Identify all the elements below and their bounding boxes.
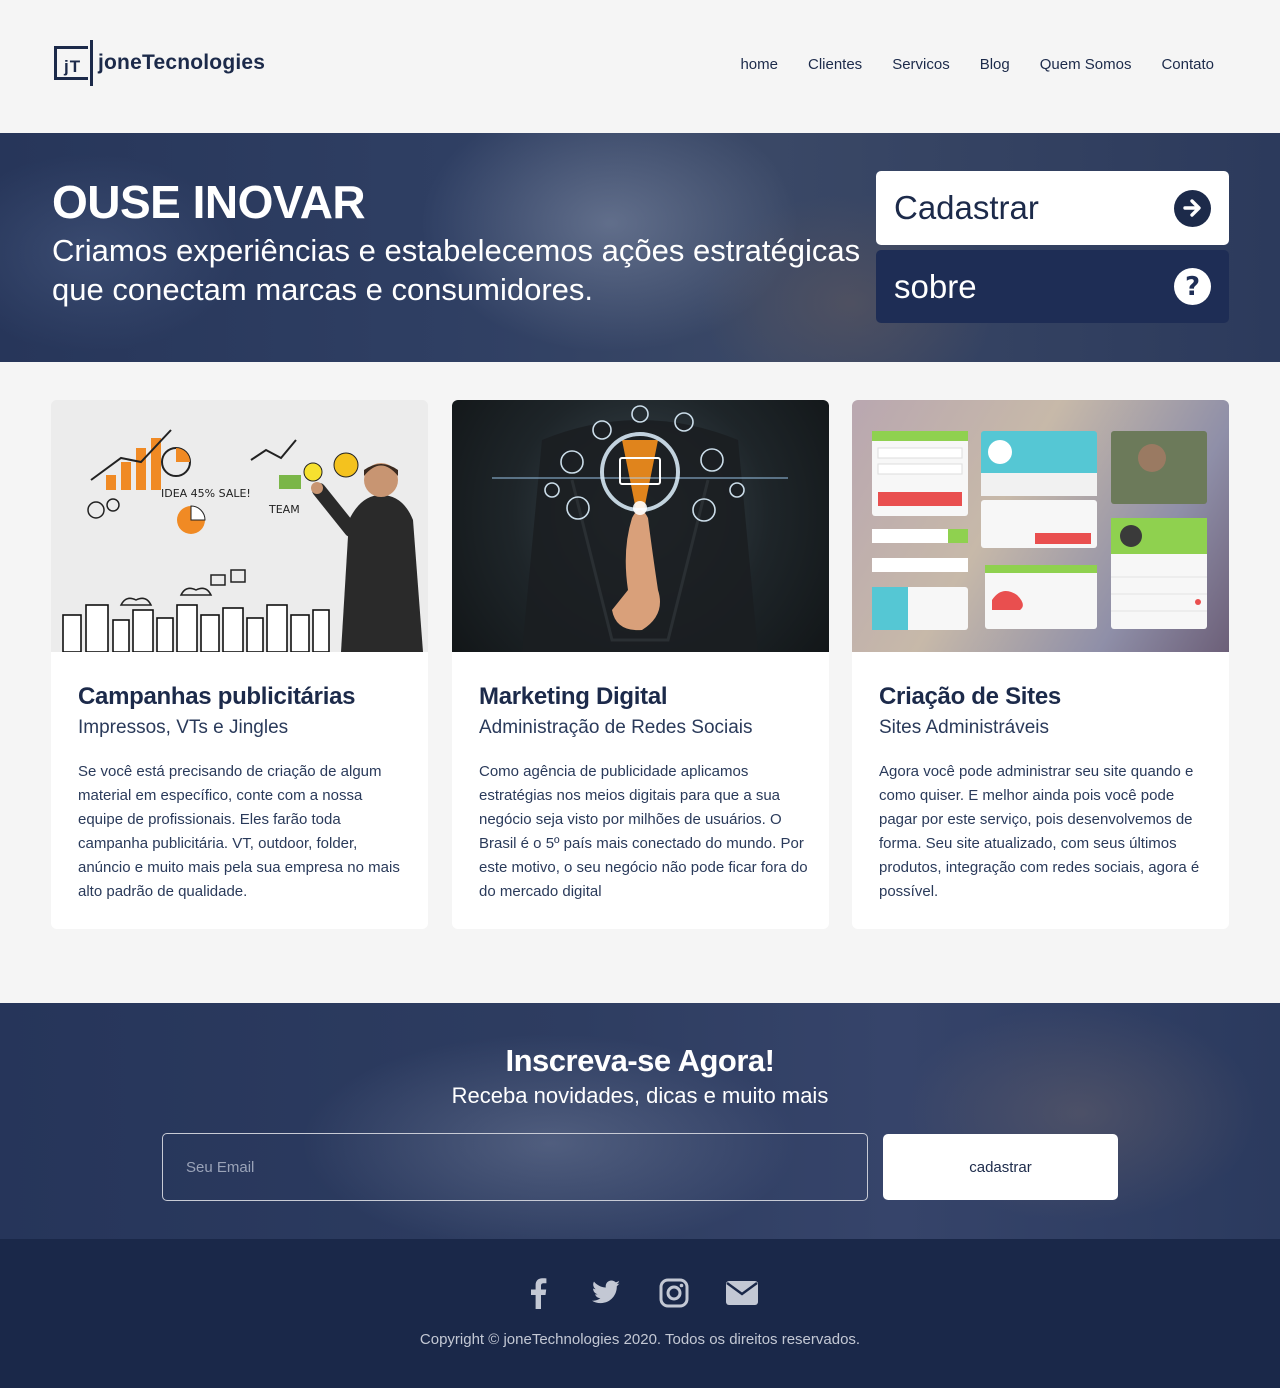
email-icon[interactable]	[725, 1275, 759, 1311]
subscribe-title: Inscreva-se Agora!	[505, 1043, 775, 1078]
card-text: Como agência de publicidade aplicamos es…	[479, 763, 808, 900]
instagram-icon[interactable]	[657, 1275, 691, 1311]
card-title: Campanhas publicitárias	[78, 683, 356, 710]
service-card-campanhas: IDEA 45% SALE! TEAM Campanhas publicitár…	[51, 400, 428, 929]
svg-text:TEAM: TEAM	[268, 503, 300, 516]
nav-item-contato[interactable]: Contato	[1161, 56, 1214, 73]
email-field[interactable]	[162, 1133, 868, 1201]
logo-mark-text: jT	[64, 57, 82, 76]
subscribe-button[interactable]: cadastrar	[883, 1134, 1118, 1200]
sobre-button-label: sobre	[894, 267, 977, 305]
card-image-marketing-sketches: IDEA 45% SALE! TEAM	[51, 400, 428, 653]
subscribe-subtitle: Receba novidades, dicas e muito mais	[451, 1083, 829, 1108]
nav-item-clientes[interactable]: Clientes	[808, 56, 862, 73]
hero-subtitle: Criamos experiências e estabelecemos açõ…	[52, 233, 861, 307]
hero-title: OUSE INOVAR	[52, 176, 366, 228]
question-circle-icon: ?	[1174, 268, 1211, 305]
service-card-marketing-digital: Marketing Digital Administração de Redes…	[452, 400, 829, 929]
nav-item-servicos[interactable]: Servicos	[892, 56, 950, 73]
nav-item-quem-somos[interactable]: Quem Somos	[1040, 56, 1132, 73]
logo-mark-icon: jT	[52, 40, 94, 86]
svg-text:IDEA 45% SALE!: IDEA 45% SALE!	[161, 487, 251, 500]
brand-name: joneTecnologies	[98, 51, 266, 74]
card-title: Marketing Digital	[479, 683, 668, 710]
arrow-right-circle-icon	[1174, 189, 1211, 227]
twitter-icon[interactable]	[589, 1275, 623, 1311]
service-card-criacao-sites: Criação de Sites Sites Administráveis Ag…	[852, 400, 1229, 929]
copyright-text: Copyright © joneTechnologies 2020. Todos…	[419, 1331, 861, 1348]
sobre-button[interactable]: sobre ?	[876, 250, 1229, 323]
card-title: Criação de Sites	[879, 683, 1061, 710]
subscribe-section: Inscreva-se Agora! Receba novidades, dic…	[0, 1003, 1280, 1239]
main-nav: home Clientes Servicos Blog Quem Somos C…	[740, 56, 1214, 73]
card-subtitle: Administração de Redes Sociais	[479, 717, 753, 738]
card-text: Se você está precisando de criação de al…	[78, 763, 400, 900]
nav-item-blog[interactable]: Blog	[980, 56, 1010, 73]
card-subtitle: Sites Administráveis	[879, 717, 1050, 738]
hero-banner: OUSE INOVAR Criamos experiências e estab…	[0, 133, 1280, 362]
card-text: Agora você pode administrar seu site qua…	[879, 763, 1200, 900]
card-image-ui-widgets	[852, 400, 1229, 652]
cadastrar-button-label: Cadastrar	[894, 189, 1039, 226]
social-links	[0, 1275, 1280, 1311]
site-footer: Copyright © joneTechnologies 2020. Todos…	[0, 1239, 1280, 1388]
card-image-digital-touch	[452, 400, 829, 652]
facebook-icon[interactable]	[521, 1275, 555, 1311]
card-subtitle: Impressos, VTs e Jingles	[78, 717, 289, 738]
cadastrar-button[interactable]: Cadastrar	[876, 171, 1229, 245]
brand-logo[interactable]: jT joneTecnologies	[52, 40, 265, 86]
nav-item-home[interactable]: home	[740, 56, 778, 73]
site-header: jT joneTecnologies home Clientes Servico…	[0, 0, 1280, 133]
